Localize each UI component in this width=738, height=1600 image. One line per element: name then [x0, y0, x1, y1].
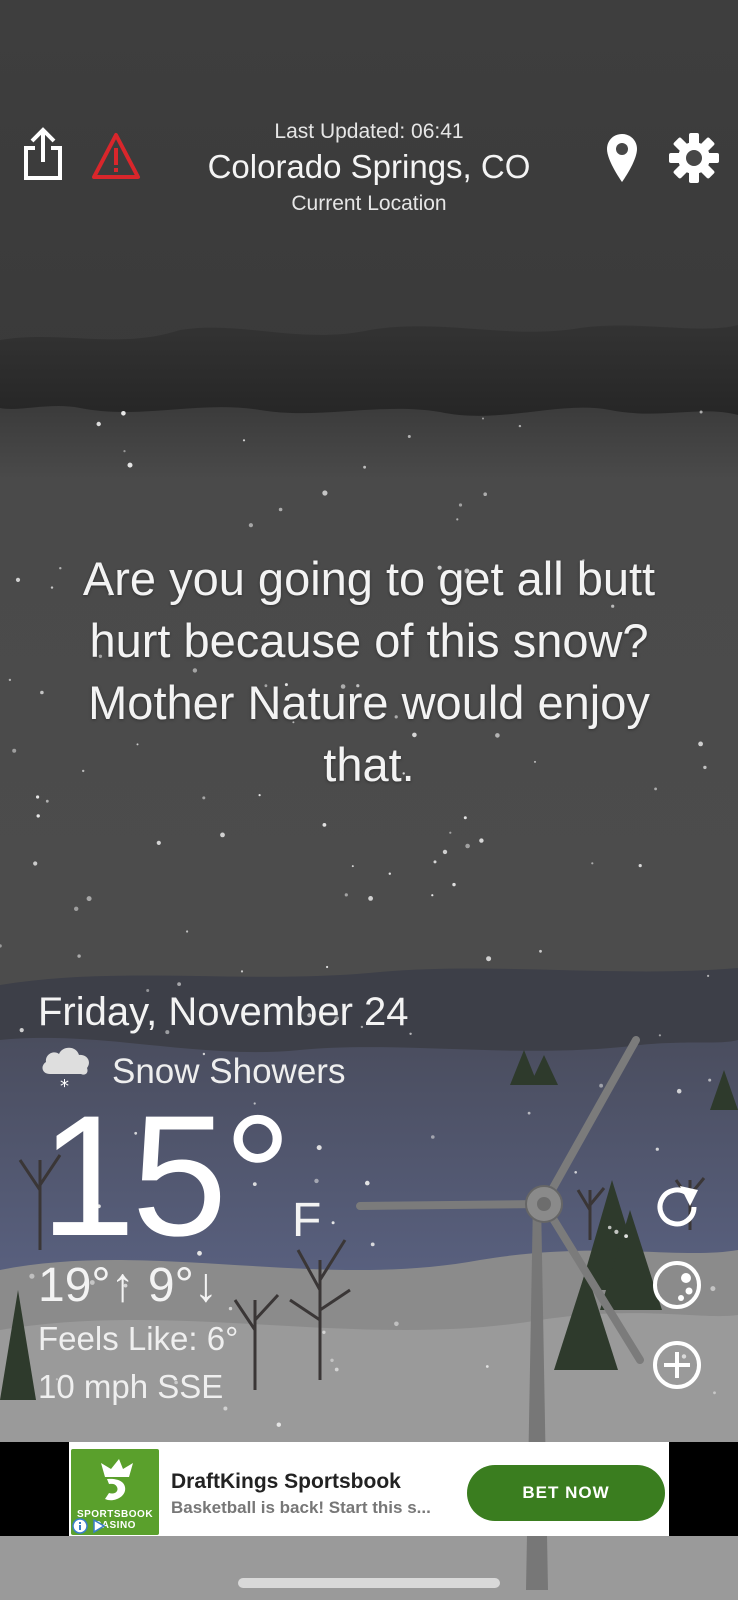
high-low-temperature: 19°↑ 9°↓ — [38, 1259, 218, 1312]
forecast-date: Friday, November 24 — [38, 990, 409, 1034]
gear-icon[interactable] — [666, 130, 722, 186]
add-icon[interactable] — [648, 1336, 706, 1394]
current-temperature: 15° — [40, 1080, 292, 1272]
feels-like-label: Feels Like: 6° — [38, 1320, 239, 1357]
ad-info-icon[interactable] — [72, 1518, 112, 1539]
ad-description[interactable]: Basketball is back! Start this s... — [171, 1498, 431, 1518]
snarky-quote-text: Are you going to get all butt hurt becau… — [82, 552, 656, 791]
bet-now-button[interactable]: BET NOW — [467, 1465, 665, 1521]
wind-label: 10 mph SSE — [38, 1368, 224, 1405]
location-pin-icon[interactable] — [602, 130, 642, 186]
temperature-unit[interactable]: F — [292, 1193, 321, 1248]
weather-scene-background — [0, 0, 738, 1600]
ad-title[interactable]: DraftKings Sportsbook — [171, 1470, 401, 1494]
location-subtitle: Current Location — [291, 192, 447, 215]
moon-icon[interactable] — [648, 1256, 706, 1314]
home-indicator[interactable] — [238, 1578, 500, 1588]
refresh-icon[interactable] — [648, 1178, 706, 1236]
